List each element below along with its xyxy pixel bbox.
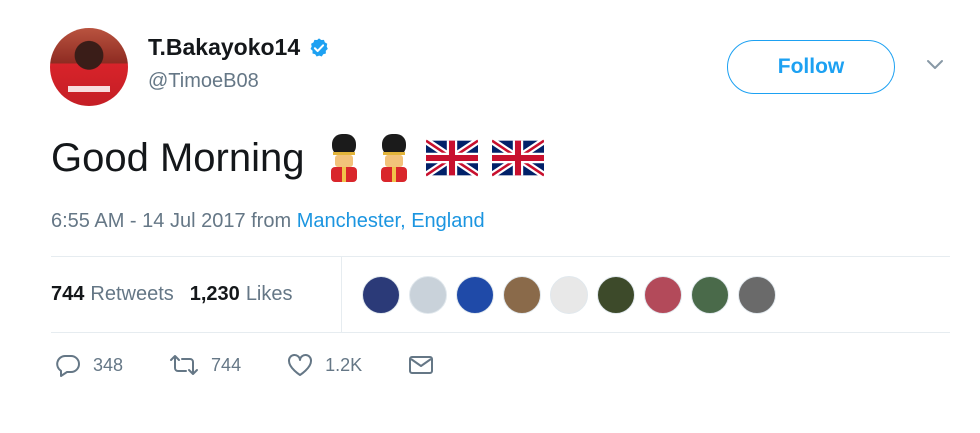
liker-avatar-6[interactable] [597, 276, 635, 314]
guardsman-emoji-icon [381, 134, 408, 182]
emoji-row [326, 134, 545, 182]
reply-button[interactable]: 348 [55, 353, 123, 377]
like-count: 1.2K [325, 354, 363, 375]
divider [341, 257, 342, 332]
uk-flag-emoji-icon [492, 139, 545, 177]
retweets-label: Retweets [90, 283, 174, 305]
tweet-text: Good Morning [51, 135, 305, 180]
heart-icon [288, 354, 313, 376]
verified-badge-icon [310, 37, 328, 57]
liker-avatar-3[interactable] [456, 276, 494, 314]
avatar-shirt-detail [68, 86, 110, 92]
chevron-down-icon[interactable] [925, 58, 945, 72]
location-link[interactable]: Manchester, England [297, 210, 485, 232]
timestamp-text[interactable]: 6:55 AM - 14 Jul 2017 from [51, 210, 297, 232]
like-button[interactable]: 1.2K [287, 353, 362, 377]
reply-icon [56, 355, 80, 377]
liker-avatar-8[interactable] [691, 276, 729, 314]
follow-button[interactable]: Follow [727, 40, 895, 94]
envelope-icon [409, 356, 434, 374]
liker-avatars [362, 276, 776, 314]
retweets-count: 744 [51, 283, 85, 305]
retweet-button[interactable]: 744 [169, 354, 241, 376]
liker-avatar-7[interactable] [644, 276, 682, 314]
retweet-count: 744 [211, 354, 242, 375]
liker-avatar-9[interactable] [738, 276, 776, 314]
tweet-timestamp: 6:55 AM - 14 Jul 2017 from Manchester, E… [51, 210, 485, 233]
liker-avatar-2[interactable] [409, 276, 447, 314]
liker-avatar-5[interactable] [550, 276, 588, 314]
likes-label: Likes [245, 283, 293, 305]
avatar[interactable] [50, 28, 128, 106]
user-handle[interactable]: @TimoeB08 [148, 70, 259, 93]
divider [51, 332, 950, 333]
likes-stat[interactable]: 1,230 Likes [190, 283, 293, 306]
retweet-icon [170, 355, 199, 375]
display-name[interactable]: T.Bakayoko14 [148, 34, 300, 61]
reply-count: 348 [93, 354, 124, 375]
direct-message-button[interactable] [408, 354, 434, 376]
tweet-text-row: Good Morning [51, 134, 545, 182]
likes-count: 1,230 [189, 283, 240, 305]
uk-flag-emoji-icon [426, 139, 479, 177]
divider [51, 256, 950, 257]
liker-avatar-4[interactable] [503, 276, 541, 314]
guardsman-emoji-icon [331, 134, 358, 182]
tweet-actions: 348 744 1.2K [55, 353, 480, 377]
display-name-row[interactable]: T.Bakayoko14 [148, 34, 330, 61]
tweet-card: T.Bakayoko14 @TimoeB08 Follow Good Morni… [0, 0, 980, 433]
retweets-stat[interactable]: 744 Retweets [51, 283, 174, 306]
tweet-stats: 744 Retweets 1,230 Likes [51, 283, 293, 306]
liker-avatar-1[interactable] [362, 276, 400, 314]
